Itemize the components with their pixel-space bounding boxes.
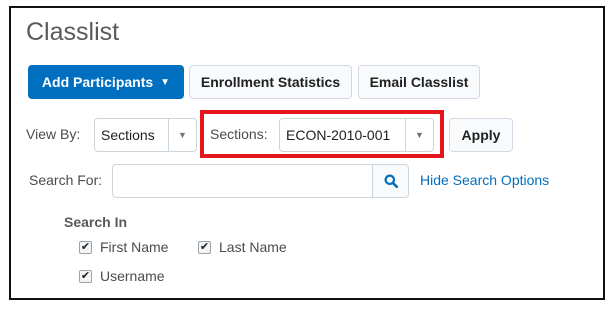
search-input[interactable] xyxy=(112,164,373,198)
search-button[interactable] xyxy=(372,164,409,198)
email-classlist-label: Email Classlist xyxy=(369,74,469,90)
apply-button[interactable]: Apply xyxy=(449,118,513,152)
classlist-panel: Classlist Add Participants ▼ Enrollment … xyxy=(9,6,605,300)
checkbox-checked-icon: ✔ xyxy=(79,240,92,254)
chevron-down-icon: ▼ xyxy=(160,76,171,88)
add-participants-button[interactable]: Add Participants ▼ xyxy=(28,65,184,99)
hide-search-options-link[interactable]: Hide Search Options xyxy=(420,172,549,188)
view-by-select[interactable]: Sections ▼ xyxy=(94,118,197,152)
sections-select[interactable]: ECON-2010-001 ▼ xyxy=(279,118,434,152)
apply-label: Apply xyxy=(461,127,501,143)
username-label: Username xyxy=(100,268,165,284)
sections-value: ECON-2010-001 xyxy=(286,127,391,143)
checkbox-checked-icon: ✔ xyxy=(198,240,211,254)
chevron-down-icon: ▼ xyxy=(405,119,433,151)
chevron-down-icon: ▼ xyxy=(168,119,196,151)
page-title: Classlist xyxy=(26,18,120,46)
search-icon xyxy=(384,174,398,188)
view-by-value: Sections xyxy=(101,127,155,143)
last-name-checkbox[interactable]: ✔ Last Name xyxy=(198,239,287,255)
search-for-label: Search For: xyxy=(29,172,103,188)
first-name-label: First Name xyxy=(100,239,169,255)
add-participants-label: Add Participants xyxy=(41,74,154,90)
first-name-checkbox[interactable]: ✔ First Name xyxy=(79,239,168,255)
checkbox-checked-icon: ✔ xyxy=(79,269,92,283)
enrollment-statistics-button[interactable]: Enrollment Statistics xyxy=(189,65,352,99)
search-in-heading: Search In xyxy=(64,214,128,230)
username-checkbox[interactable]: ✔ Username xyxy=(79,268,165,284)
last-name-label: Last Name xyxy=(219,239,287,255)
email-classlist-button[interactable]: Email Classlist xyxy=(358,65,480,99)
view-by-label: View By: xyxy=(26,126,81,142)
enrollment-statistics-label: Enrollment Statistics xyxy=(200,74,341,90)
sections-label: Sections: xyxy=(210,126,268,142)
